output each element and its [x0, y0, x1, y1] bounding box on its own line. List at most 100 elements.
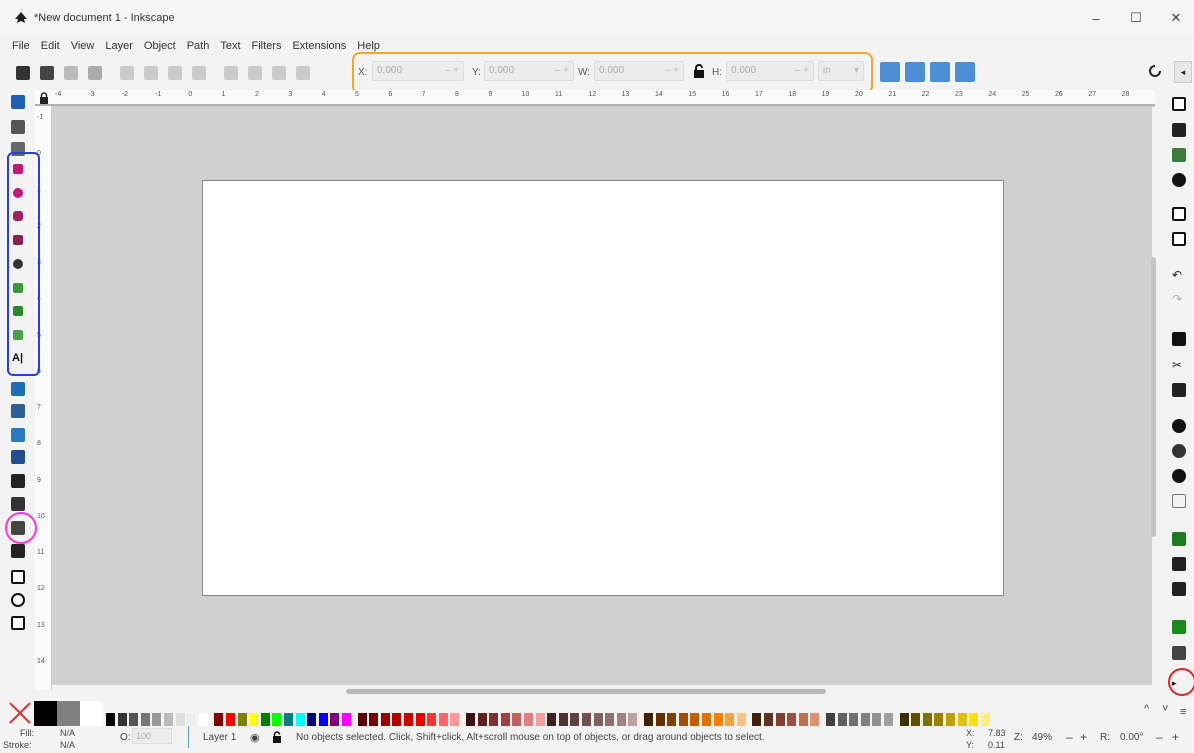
- menu-object[interactable]: Object: [144, 40, 176, 52]
- palette-scroll-down[interactable]: ˅: [1162, 703, 1168, 715]
- paste-icon[interactable]: [1172, 383, 1186, 397]
- redo-icon[interactable]: ↷: [1172, 292, 1186, 306]
- lower-to-bottom-icon[interactable]: [296, 66, 310, 80]
- palette-swatch[interactable]: [249, 713, 259, 726]
- palette-swatch[interactable]: [175, 713, 185, 726]
- palette-swatch[interactable]: [330, 713, 340, 726]
- palette-swatch[interactable]: [570, 713, 580, 726]
- zoom-out-button[interactable]: –: [1066, 730, 1073, 744]
- copy-icon[interactable]: [1172, 332, 1186, 346]
- horizontal-scrollbar[interactable]: [346, 689, 826, 694]
- palette-swatch[interactable]: [450, 713, 460, 726]
- no-paint-icon[interactable]: [8, 701, 32, 725]
- rotate-cw-icon[interactable]: [144, 66, 158, 80]
- palette-swatch[interactable]: [489, 713, 499, 726]
- palette-swatch[interactable]: [775, 713, 785, 726]
- spray-icon[interactable]: [11, 497, 25, 511]
- palette-swatch[interactable]: [272, 713, 282, 726]
- palette-swatch[interactable]: [129, 713, 139, 726]
- palette-swatch[interactable]: [415, 713, 425, 726]
- selector-icon[interactable]: [11, 95, 25, 109]
- palette-swatch[interactable]: [558, 713, 568, 726]
- palette-swatch[interactable]: [237, 713, 247, 726]
- layer-lock-icon[interactable]: [272, 731, 282, 743]
- gradient-icon[interactable]: [11, 382, 25, 396]
- ungroup-icon[interactable]: [1172, 646, 1186, 660]
- palette-swatch[interactable]: [628, 713, 638, 726]
- clone-icon[interactable]: [1172, 557, 1186, 571]
- ruler-lock-icon[interactable]: [39, 92, 49, 104]
- palette-swatch[interactable]: [899, 713, 909, 726]
- palette-swatch[interactable]: [922, 713, 932, 726]
- snap-toggle-icon[interactable]: [1148, 64, 1162, 78]
- palette-swatch[interactable]: [837, 713, 847, 726]
- connector-icon[interactable]: [11, 544, 25, 558]
- palette-swatch[interactable]: [655, 713, 665, 726]
- palette-swatch[interactable]: [702, 713, 711, 726]
- menu-text[interactable]: Text: [220, 40, 240, 52]
- palette-swatch[interactable]: [284, 713, 293, 726]
- minimize-button[interactable]: –: [1076, 0, 1116, 36]
- palette-swatch[interactable]: [911, 713, 921, 726]
- menu-path[interactable]: Path: [187, 40, 210, 52]
- palette-swatch[interactable]: [198, 713, 208, 726]
- palette-swatch[interactable]: [934, 713, 944, 726]
- expand-panel-button[interactable]: ◂: [1174, 61, 1192, 83]
- palette-swatch[interactable]: [438, 713, 448, 726]
- zoom-page-icon[interactable]: [1172, 469, 1186, 483]
- palette-swatch[interactable]: [477, 713, 487, 726]
- opacity-field[interactable]: 100: [132, 728, 172, 744]
- palette-swatch[interactable]: [380, 713, 390, 726]
- palette-swatch[interactable]: [725, 713, 735, 726]
- palette-swatch[interactable]: [106, 713, 115, 726]
- palette-swatch[interactable]: [392, 713, 402, 726]
- zoom-in-button[interactable]: +: [1080, 730, 1087, 744]
- palette-swatch[interactable]: [117, 713, 127, 726]
- select-all-icon[interactable]: [16, 66, 30, 80]
- rotate-ccw-icon[interactable]: [120, 66, 134, 80]
- menu-help[interactable]: Help: [357, 40, 380, 52]
- menu-layer[interactable]: Layer: [105, 40, 133, 52]
- lower-icon[interactable]: [272, 66, 286, 80]
- current-layer[interactable]: Layer 1: [203, 732, 236, 743]
- node-icon[interactable]: [11, 120, 25, 134]
- palette-swatch[interactable]: [957, 713, 967, 726]
- fill-value[interactable]: N/A: [60, 728, 75, 738]
- y-field[interactable]: 0.000 – +: [484, 61, 574, 81]
- stroke-value[interactable]: N/A: [60, 740, 75, 750]
- open-icon[interactable]: [1172, 123, 1186, 137]
- palette-swatch[interactable]: [826, 713, 835, 726]
- palette-swatch[interactable]: [357, 713, 367, 726]
- cut-icon[interactable]: ✂: [1172, 358, 1186, 372]
- palette-swatch[interactable]: [318, 713, 328, 726]
- scale-stroke-icon[interactable]: [880, 62, 900, 82]
- palette-swatch[interactable]: [860, 713, 870, 726]
- new-document-icon[interactable]: [1172, 97, 1186, 111]
- raise-icon[interactable]: [248, 66, 262, 80]
- maximize-button[interactable]: ☐: [1116, 0, 1156, 36]
- unlink-clone-icon[interactable]: [1172, 582, 1186, 596]
- palette-swatch[interactable]: [187, 713, 197, 726]
- rotate-ccw-button[interactable]: –: [1156, 730, 1163, 744]
- palette-swatch[interactable]: [295, 713, 305, 726]
- transform-icon[interactable]: [88, 66, 102, 80]
- palette-swatch[interactable]: [872, 713, 882, 726]
- zoom-value[interactable]: 49%: [1032, 732, 1052, 743]
- palette-swatch[interactable]: [752, 713, 762, 726]
- flip-vertical-icon[interactable]: [192, 66, 206, 80]
- palette-swatch[interactable]: [678, 713, 688, 726]
- palette-swatch[interactable]: [524, 713, 533, 726]
- palette-swatch[interactable]: [764, 713, 773, 726]
- palette-swatch[interactable]: [593, 713, 603, 726]
- menu-edit[interactable]: Edit: [41, 40, 60, 52]
- rotate-value[interactable]: 0.00°: [1120, 732, 1143, 743]
- mesh-icon[interactable]: [11, 404, 25, 418]
- palette-swatch[interactable]: [798, 713, 808, 726]
- scale-corners-icon[interactable]: [905, 62, 925, 82]
- zoom-page-width-icon[interactable]: [1172, 494, 1186, 508]
- deselect-icon[interactable]: [64, 66, 78, 80]
- palette-swatch[interactable]: [969, 713, 979, 726]
- white-swatch[interactable]: [80, 701, 103, 726]
- dropper-icon[interactable]: [11, 428, 25, 442]
- export-icon[interactable]: [1172, 232, 1186, 246]
